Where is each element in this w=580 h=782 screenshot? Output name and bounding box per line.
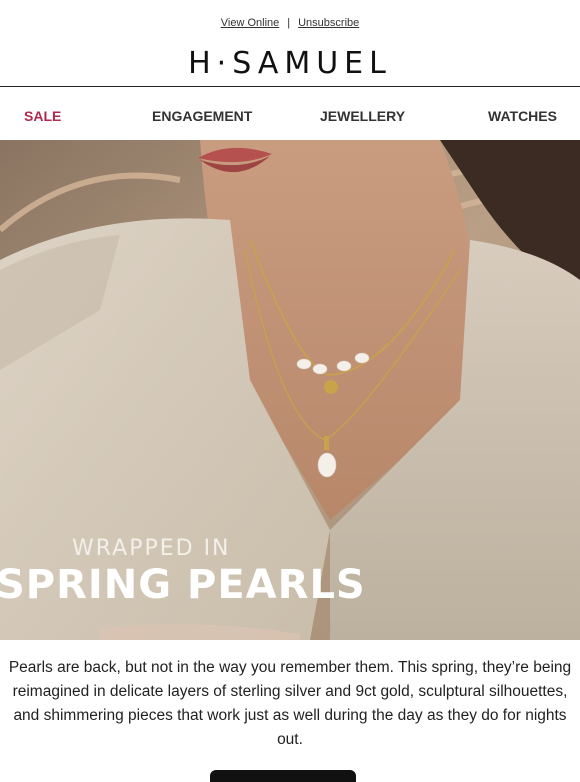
hero-headline-large: SPRING PEARLS	[0, 562, 366, 608]
nav-item-watches[interactable]: WATCHES	[488, 108, 557, 124]
nav-item-sale[interactable]: SALE	[24, 108, 61, 124]
header-divider	[0, 86, 580, 87]
shop-now-button[interactable]	[210, 770, 356, 782]
brand-logo[interactable]: H·SAMUEL	[0, 46, 580, 81]
email-preheader: View Online | Unsubscribe	[0, 17, 580, 29]
unsubscribe-link[interactable]: Unsubscribe	[298, 17, 359, 29]
intro-paragraph: Pearls are back, but not in the way you …	[8, 659, 572, 748]
hero-headline-small: WRAPPED IN	[72, 536, 231, 561]
nav-item-engagement[interactable]: ENGAGEMENT	[152, 108, 252, 124]
main-nav: SALE ENGAGEMENT JEWELLERY WATCHES	[0, 108, 580, 128]
nav-item-jewellery[interactable]: JEWELLERY	[320, 108, 405, 124]
hero-banner[interactable]: WRAPPED IN SPRING PEARLS	[0, 140, 580, 640]
link-separator: |	[287, 17, 291, 29]
view-online-link[interactable]: View Online	[221, 17, 280, 29]
